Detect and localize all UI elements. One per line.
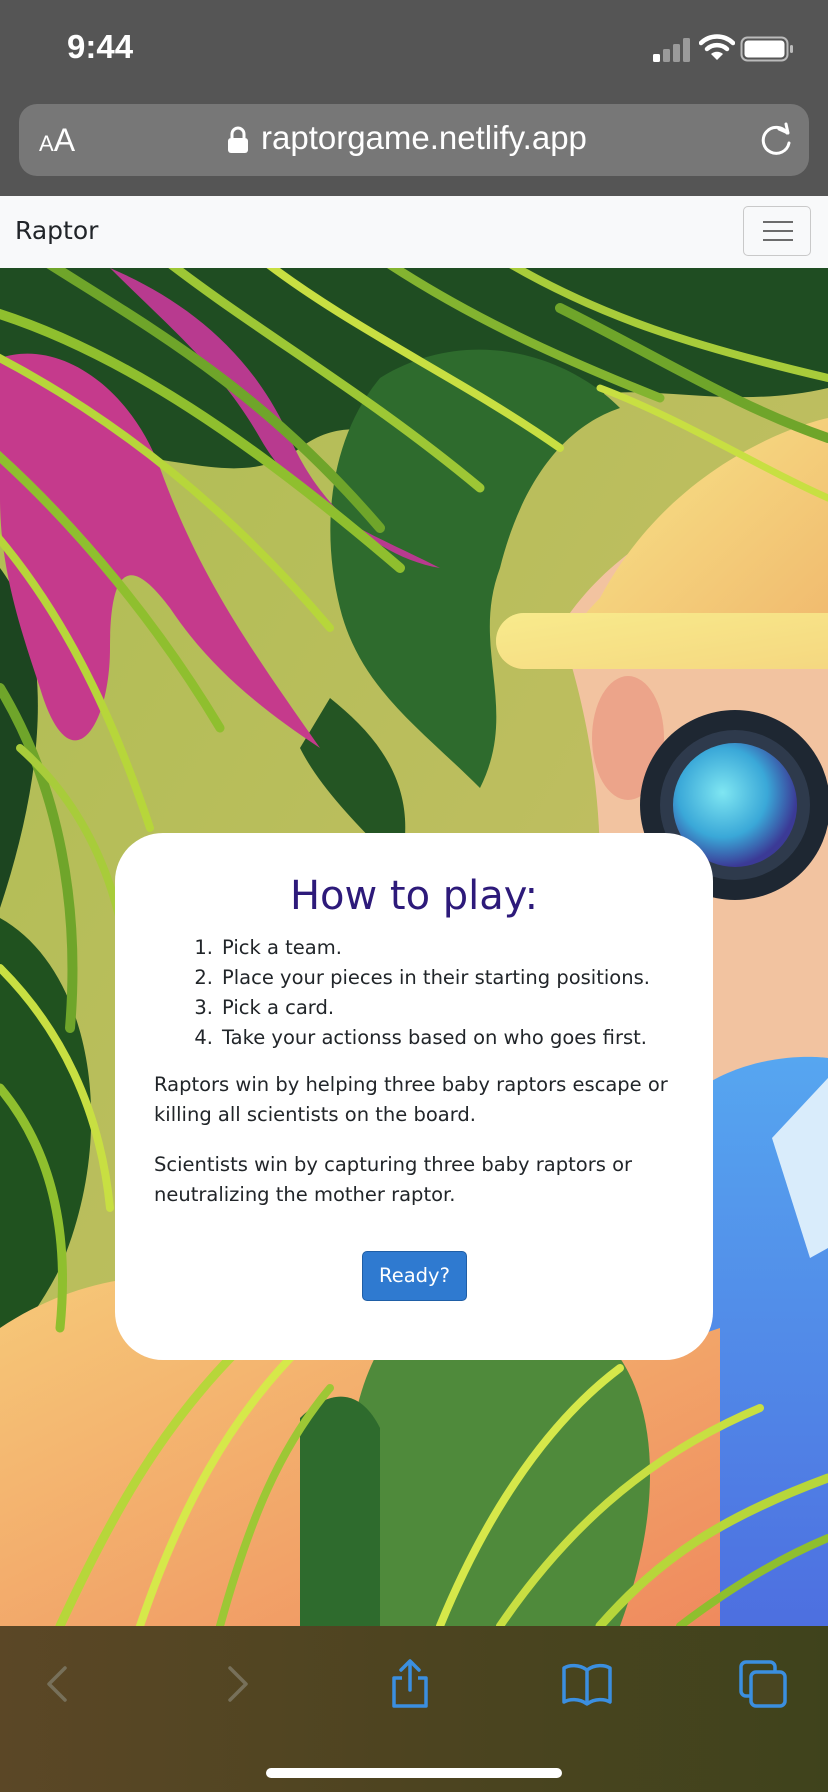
ready-button[interactable]: Ready? [362, 1251, 467, 1301]
menu-toggle-button[interactable] [743, 206, 811, 256]
tabs-icon[interactable] [737, 1658, 789, 1710]
list-item: 2. Place your pieces in their starting po… [194, 966, 650, 989]
raptors-win-text: Raptors win by helping three baby raptor… [154, 1073, 668, 1126]
navbar: Raptor [0, 196, 828, 268]
status-time: 9:44 [67, 28, 134, 65]
scientists-win-text: Scientists win by capturing three baby r… [154, 1153, 633, 1206]
forward-icon[interactable] [210, 1658, 262, 1710]
cellular-signal-icon [653, 38, 690, 62]
reload-icon[interactable] [757, 121, 795, 159]
modal-title: How to play: [289, 873, 539, 919]
text-size-button[interactable]: AA [39, 122, 75, 159]
bookmarks-icon[interactable] [561, 1658, 613, 1710]
back-icon[interactable] [33, 1658, 85, 1710]
battery-icon [740, 36, 793, 62]
status-bar: 9:44 [0, 0, 828, 98]
list-item: 4. Take your actionss based on who goes f… [194, 1026, 647, 1049]
how-to-play-modal: How to play: 1. Pick a team. 2. Place your… [115, 833, 713, 1360]
wifi-icon [699, 34, 735, 60]
home-indicator[interactable] [266, 1768, 562, 1778]
list-item: 3. Pick a card. [194, 996, 335, 1019]
navbar-brand[interactable]: Raptor [15, 216, 98, 245]
rules-list: 1. Pick a team. 2. Place your pieces in th… [165, 933, 685, 1053]
hamburger-icon [763, 221, 793, 223]
address-bar[interactable]: AA raptorgame.netlify.app [19, 104, 809, 176]
share-icon[interactable] [384, 1658, 436, 1710]
list-item: 1. Pick a team. [194, 936, 342, 959]
lock-icon [228, 126, 248, 153]
url-text[interactable]: raptorgame.netlify.app [261, 119, 587, 157]
